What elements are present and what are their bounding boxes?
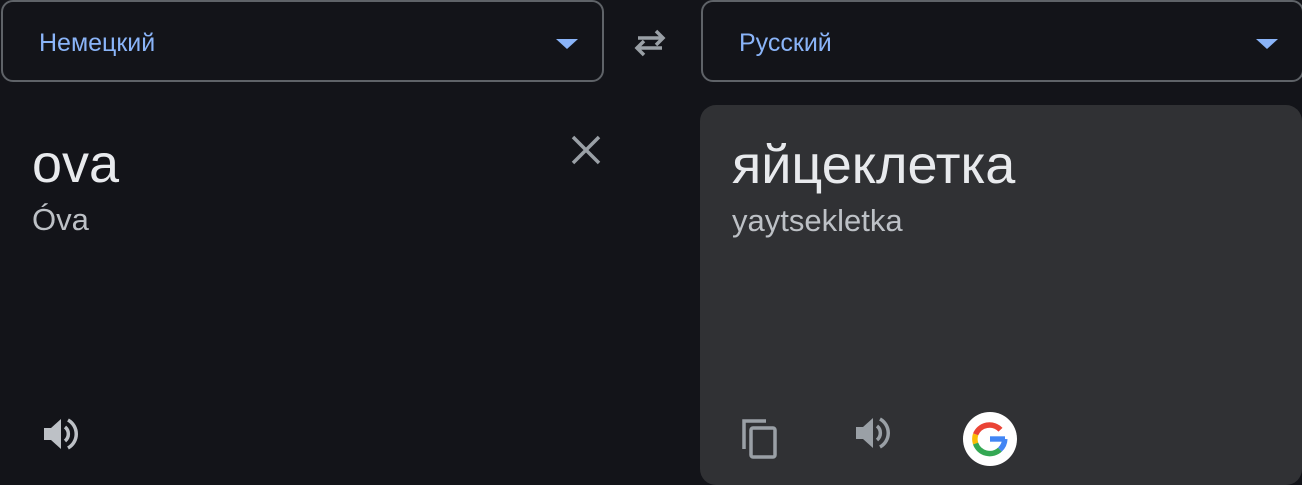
source-listen-button[interactable] [40, 412, 84, 456]
translation-listen-button[interactable] [852, 411, 896, 455]
copy-icon [742, 419, 777, 459]
translation-text: яйцеклетка [732, 135, 1016, 195]
target-language-label: Русский [739, 29, 832, 57]
chevron-down-icon [1256, 39, 1278, 49]
swap-arrows-icon [634, 29, 666, 57]
speaker-icon [856, 417, 890, 449]
translation-transliteration: yaytsekletka [732, 203, 903, 238]
source-language-select[interactable]: Немецкий [1, 0, 604, 82]
target-language-select[interactable]: Русский [701, 0, 1302, 82]
source-transliteration: Óva [32, 202, 89, 237]
google-logo-icon [972, 422, 1008, 457]
clear-source-button[interactable] [566, 130, 606, 170]
translation-panel: яйцеклетка yaytsekletka [700, 105, 1302, 485]
chevron-down-icon [556, 39, 578, 49]
source-text[interactable]: ova [32, 134, 119, 194]
source-language-label: Немецкий [39, 29, 156, 57]
swap-languages-button[interactable] [628, 22, 672, 62]
copy-translation-button[interactable] [738, 415, 782, 459]
google-search-button[interactable] [963, 412, 1017, 466]
source-text-panel[interactable]: ova Óva [0, 104, 620, 480]
close-icon [571, 135, 601, 165]
speaker-icon [44, 418, 78, 450]
